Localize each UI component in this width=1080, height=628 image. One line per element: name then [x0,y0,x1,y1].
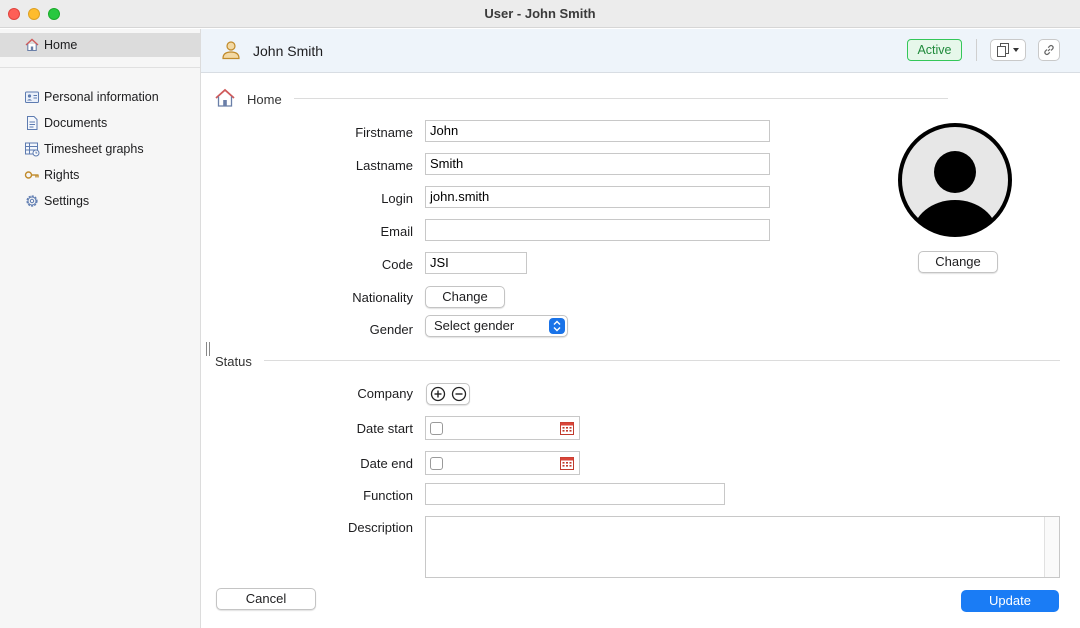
user-icon [222,41,240,60]
avatar [898,123,1012,237]
login-label: Login [381,191,413,206]
date-start-picker[interactable] [425,416,580,440]
home-section-icon [215,88,235,107]
gender-select-value: Select gender [434,318,515,333]
date-end-label: Date end [360,456,413,471]
sidebar-item-label: Settings [44,194,90,208]
splitter-handle[interactable] [206,342,210,356]
nationality-label: Nationality [352,290,413,305]
description-textarea[interactable] [425,516,1060,578]
sidebar-item-home[interactable]: Home [0,33,200,57]
gear-icon [26,195,38,207]
description-scrollbar[interactable] [1044,517,1059,577]
sidebar-item-label: Home [44,38,78,52]
gender-select[interactable]: Select gender [425,315,568,337]
window-title: User - John Smith [484,6,596,21]
select-arrows-icon [549,318,565,334]
nationality-change-button[interactable]: Change [425,286,505,308]
lastname-label: Lastname [355,158,413,173]
user-header: John Smith Active [201,29,1080,73]
user-name: John Smith [253,43,324,59]
date-end-checkbox[interactable] [430,457,443,470]
lastname-field[interactable]: Smith [425,153,770,175]
date-end-picker[interactable] [425,451,580,475]
id-card-icon [25,91,39,103]
document-icon [27,116,38,130]
copy-icon [997,43,1019,57]
copy-menu-button[interactable] [990,39,1026,61]
home-section-title: Home [247,92,282,107]
email-field[interactable] [425,219,770,241]
sidebar-item-label: Personal information [44,90,159,104]
company-label: Company [357,386,413,401]
sidebar-item-label: Documents [44,116,108,130]
sidebar-item-label: Timesheet graphs [44,142,144,156]
key-icon [24,171,39,179]
header-divider [976,39,977,61]
cancel-button[interactable]: Cancel [216,588,316,610]
login-field[interactable]: john.smith [425,186,770,208]
date-start-checkbox[interactable] [430,422,443,435]
sidebar-item-settings[interactable]: Settings [0,189,200,213]
sidebar-item-rights[interactable]: Rights [0,163,200,187]
firstname-field[interactable]: John [425,120,770,142]
home-section-divider [294,98,948,99]
link-button[interactable] [1038,39,1060,61]
code-label: Code [381,257,413,272]
status-badge[interactable]: Active [907,39,962,61]
sidebar-item-timesheet-graphs[interactable]: Timesheet graphs [0,137,200,161]
title-bar: User - John Smith [0,0,1080,28]
description-label: Description [347,520,413,535]
update-button[interactable]: Update [961,590,1059,612]
function-field[interactable] [425,483,725,505]
status-section-title: Status [215,354,252,369]
calendar-icon[interactable] [559,420,575,436]
firstname-label: Firstname [355,125,413,140]
remove-company-icon[interactable] [451,386,467,402]
calendar-icon[interactable] [559,455,575,471]
link-icon [1044,45,1054,55]
sidebar-item-label: Rights [44,168,80,182]
status-section-divider [264,360,1060,361]
email-label: Email [380,224,413,239]
sidebar: Home Personal information Documents Time… [0,29,201,628]
function-label: Function [363,488,413,503]
avatar-change-button[interactable]: Change [918,251,998,273]
home-icon [25,38,39,52]
sidebar-divider [0,67,200,68]
gender-label: Gender [369,322,413,337]
add-company-icon[interactable] [430,386,446,402]
date-start-label: Date start [356,421,413,436]
timesheet-icon [25,142,40,157]
sidebar-item-personal-information[interactable]: Personal information [0,85,200,109]
sidebar-item-documents[interactable]: Documents [0,111,200,135]
code-field[interactable]: JSI [425,252,527,274]
company-add-remove-control [426,383,470,405]
